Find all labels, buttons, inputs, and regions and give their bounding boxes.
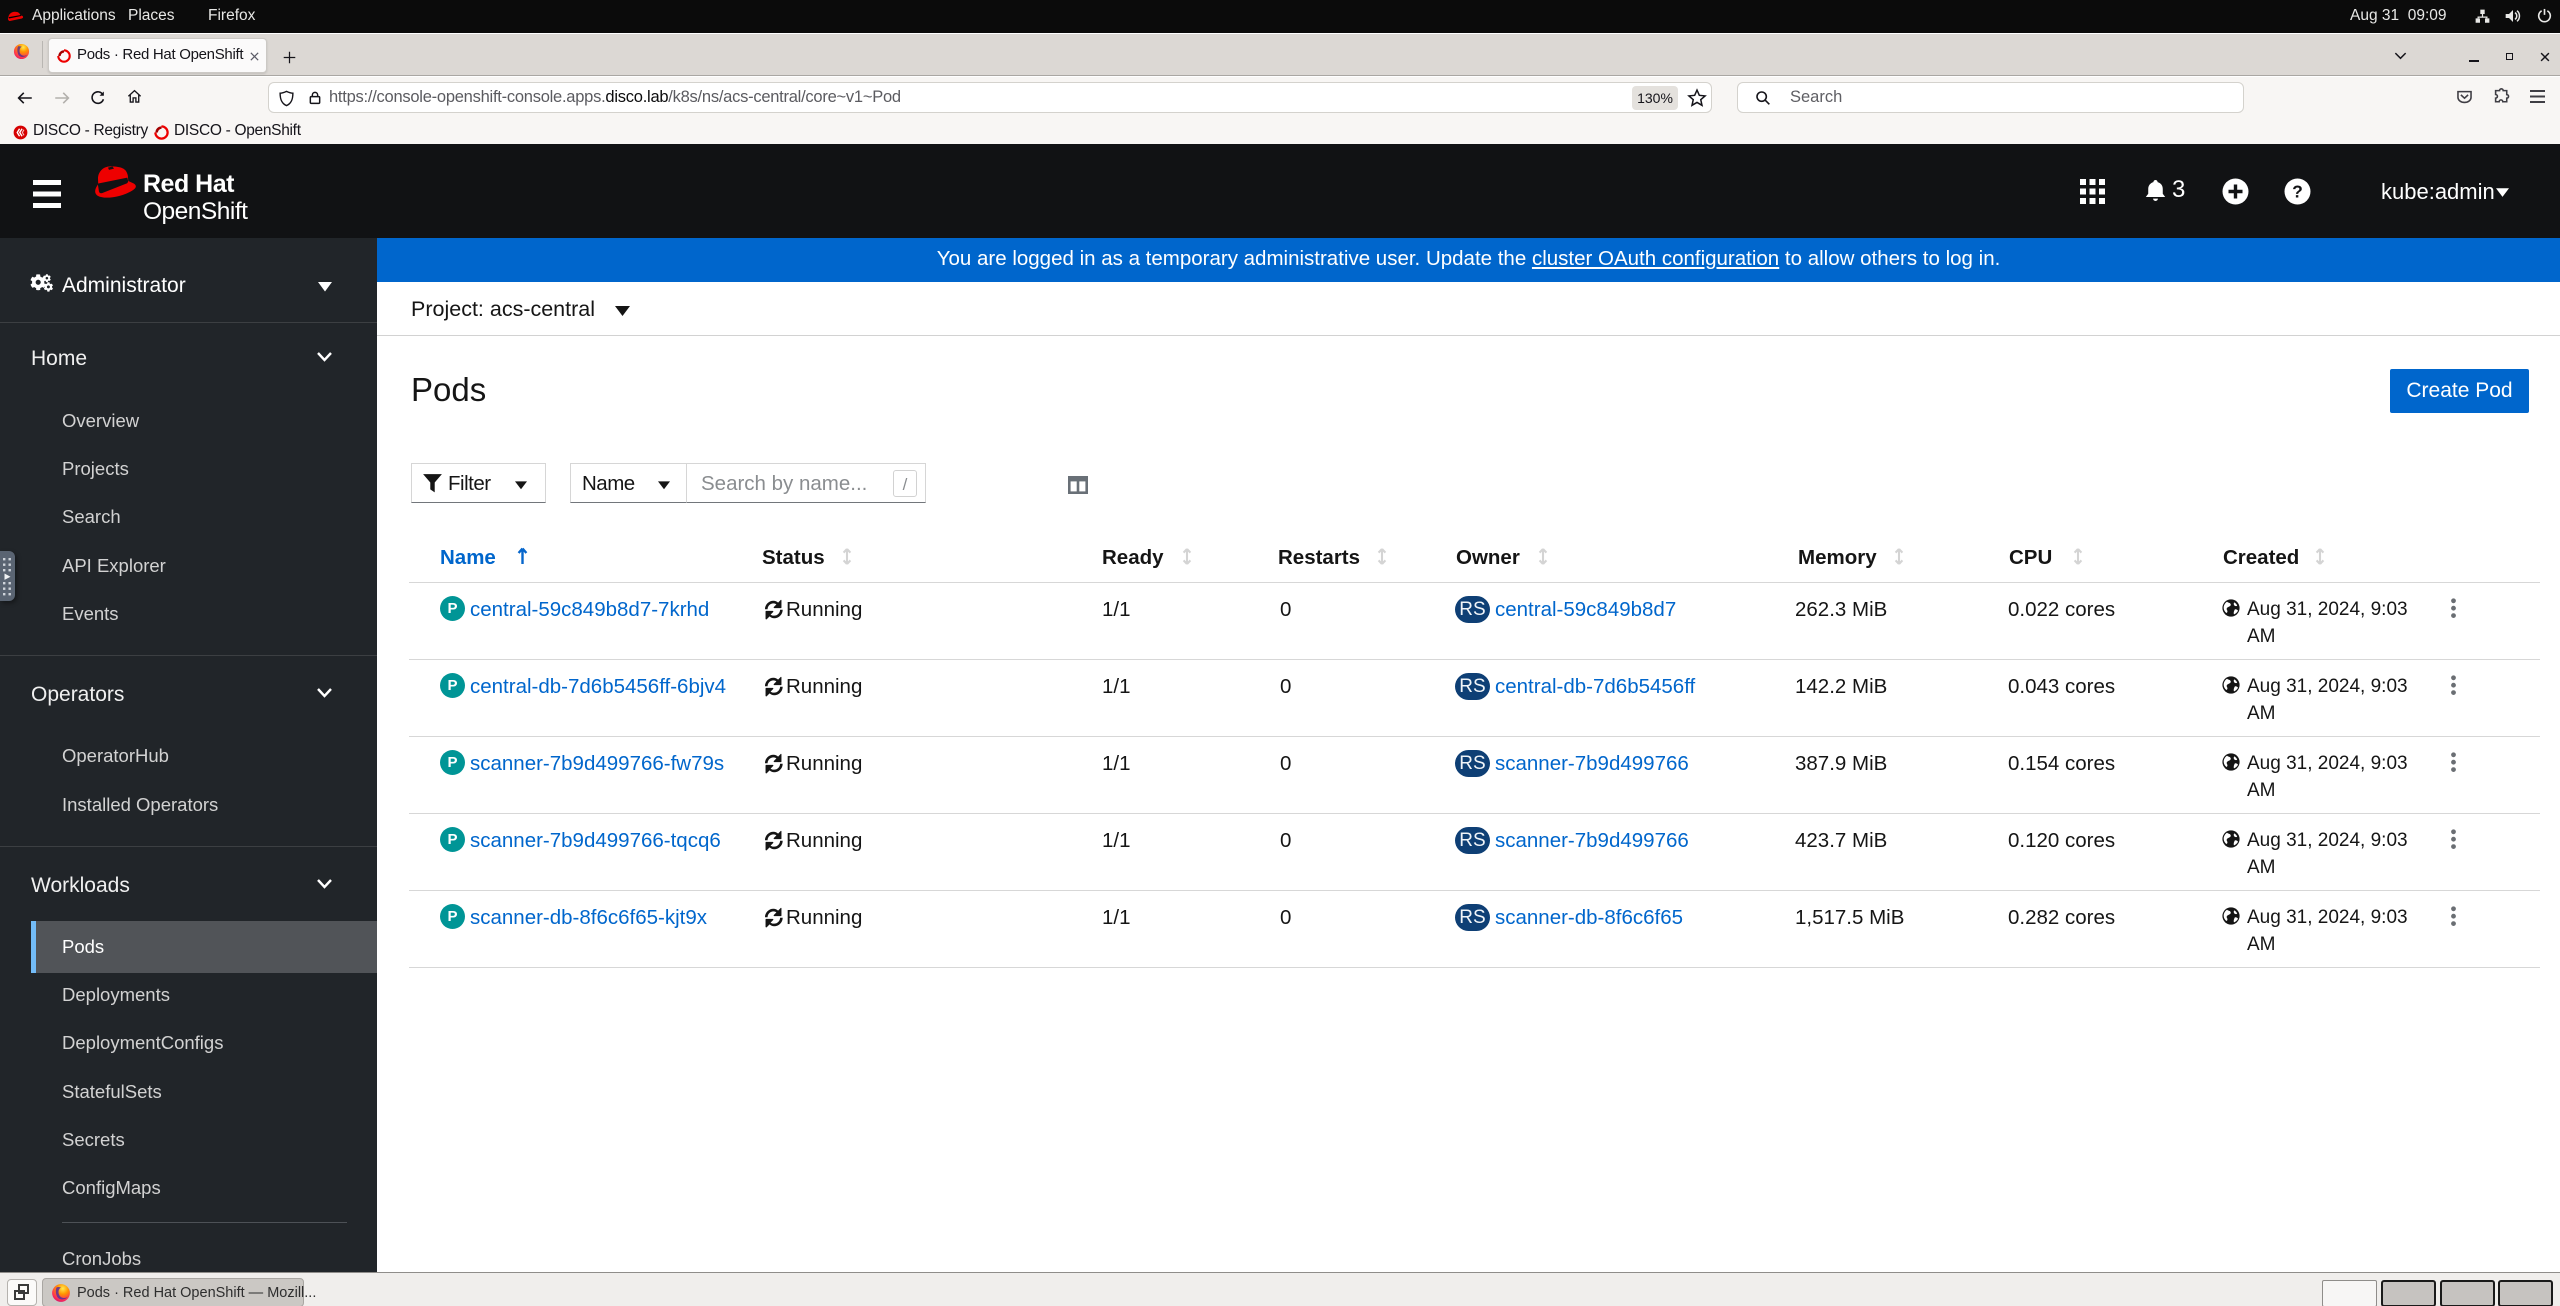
- svg-text:?: ?: [2292, 182, 2303, 202]
